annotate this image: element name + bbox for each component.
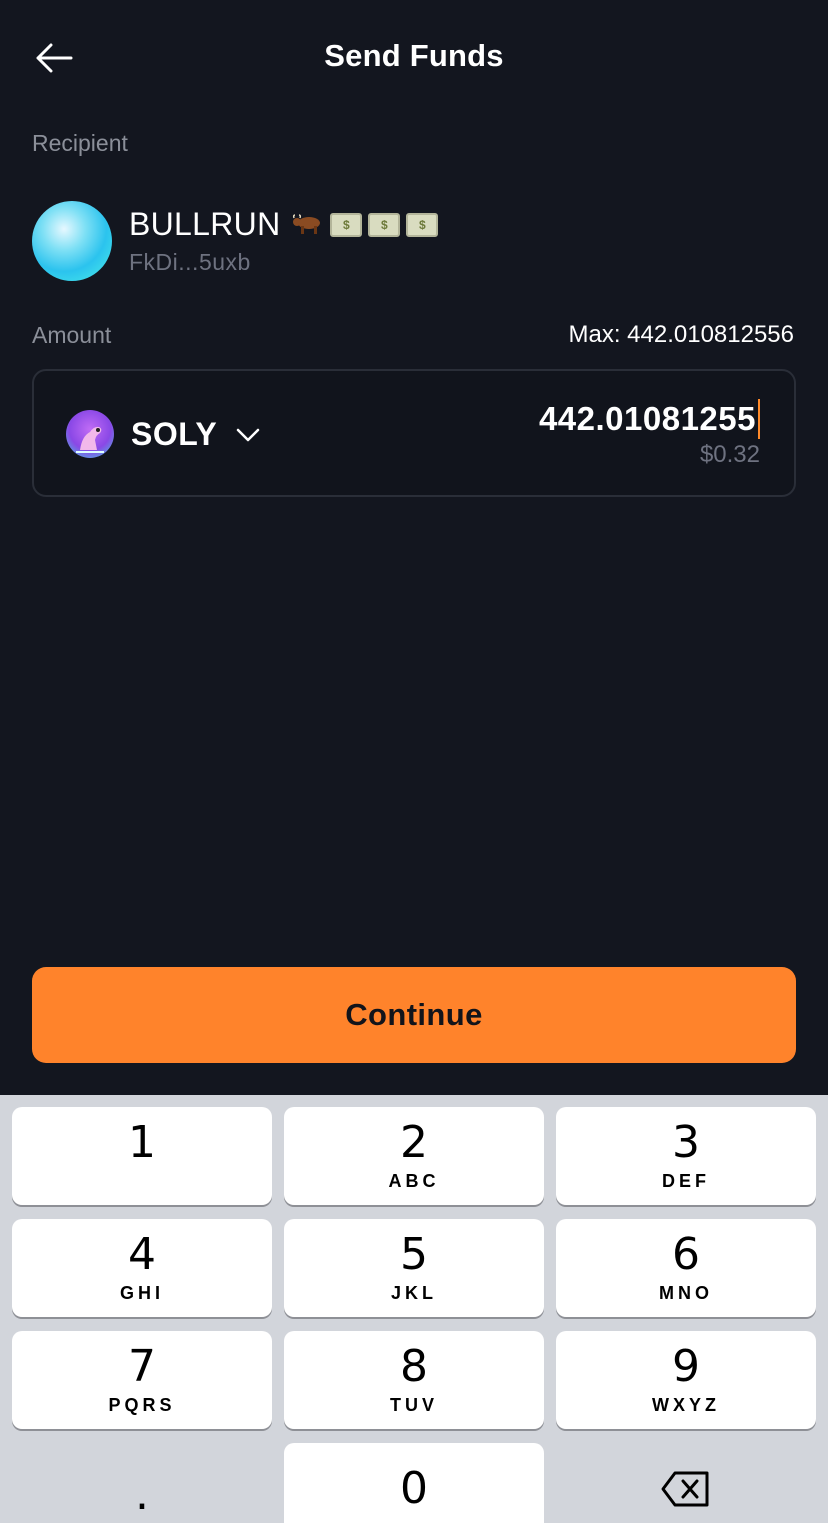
money-emoji-icon: $ (406, 212, 439, 237)
key-9[interactable]: 9 WXYZ (556, 1331, 816, 1429)
key-letters: MNO (659, 1283, 713, 1303)
ox-emoji-icon (293, 213, 321, 234)
key-decimal[interactable]: . (12, 1443, 272, 1523)
key-0[interactable]: 0 (284, 1443, 544, 1523)
key-8[interactable]: 8 TUV (284, 1331, 544, 1429)
key-digit: 6 (672, 1229, 700, 1280)
key-letters: ABC (388, 1171, 440, 1191)
recipient-address: FkDi...5uxb (129, 249, 251, 275)
chevron-down-icon (236, 428, 260, 442)
token-name: SOLY (131, 415, 218, 452)
continue-button[interactable]: Continue (32, 967, 796, 1063)
key-digit: 4 (128, 1229, 156, 1280)
amount-label: Amount (32, 322, 112, 348)
numeric-keypad: 1 2 ABC 3 DEF 4 GHI 5 JKL 6 MNO 7 PQRS 8… (0, 1095, 828, 1523)
key-6[interactable]: 6 MNO (556, 1219, 816, 1317)
key-7[interactable]: 7 PQRS (12, 1331, 272, 1429)
key-backspace[interactable] (556, 1443, 816, 1523)
key-letters: WXYZ (652, 1395, 720, 1415)
key-digit: 8 (400, 1341, 428, 1392)
key-2[interactable]: 2 ABC (284, 1107, 544, 1205)
money-emoji-icon: $ (368, 212, 401, 237)
fiat-value: $0.32 (699, 441, 760, 468)
max-amount-button[interactable]: Max: 442.010812556 (568, 321, 794, 349)
key-digit: 9 (672, 1341, 700, 1392)
key-digit: 2 (400, 1117, 428, 1168)
backspace-icon (661, 1471, 709, 1507)
key-1[interactable]: 1 (12, 1107, 272, 1205)
recipient-name-row: BULLRUN $ $ $ (129, 206, 439, 243)
key-digit: 7 (128, 1341, 156, 1392)
recipient-label: Recipient (32, 130, 128, 156)
key-digit: 1 (128, 1117, 156, 1168)
key-digit: 0 (400, 1463, 428, 1514)
key-letters: PQRS (108, 1395, 176, 1415)
text-caret (758, 399, 760, 439)
amount-value: 442.01081255 (538, 400, 756, 437)
key-digit: 5 (400, 1229, 428, 1280)
key-5[interactable]: 5 JKL (284, 1219, 544, 1317)
key-letters: GHI (119, 1283, 164, 1303)
key-digit: 3 (672, 1117, 700, 1168)
recipient-emojis: $ $ $ (292, 212, 439, 237)
amount-box: SOLY 442.01081255 $0.32 (32, 369, 796, 497)
key-4[interactable]: 4 GHI (12, 1219, 272, 1317)
money-emoji-icon: $ (330, 212, 363, 237)
key-3[interactable]: 3 DEF (556, 1107, 816, 1205)
recipient-avatar (32, 201, 112, 281)
key-letters: TUV (390, 1395, 438, 1415)
amount-input[interactable]: 442.01081255 (539, 399, 760, 439)
key-letters: DEF (662, 1171, 710, 1191)
token-selector[interactable]: SOLY (66, 409, 261, 459)
recipient-name: BULLRUN (129, 206, 281, 242)
recipient-card[interactable]: BULLRUN $ $ $ FkDi...5uxb (32, 200, 796, 282)
page-title: Send Funds (324, 38, 504, 73)
key-letters: JKL (390, 1283, 437, 1303)
key-digit: . (135, 1469, 149, 1520)
soly-token-icon (66, 410, 114, 458)
header: Send Funds (0, 0, 828, 116)
